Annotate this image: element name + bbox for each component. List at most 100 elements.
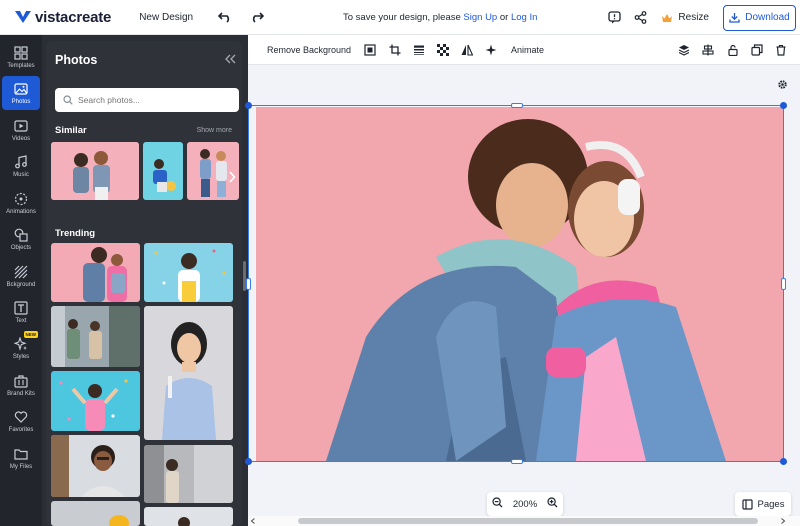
design-canvas[interactable] [256, 107, 784, 461]
zoom-out-button[interactable] [492, 497, 503, 511]
rail-item-music[interactable]: Music [2, 149, 40, 183]
similar-title: Similar [55, 125, 87, 136]
rail-item-favorites[interactable]: Favorites [2, 404, 40, 438]
save-message-text: To save your design, please [343, 12, 461, 23]
undo-button[interactable] [217, 9, 233, 25]
undo-icon [218, 12, 230, 23]
photo-people-image [144, 507, 233, 526]
trending-photo-2[interactable] [144, 243, 233, 302]
rail-label: Animations [6, 208, 36, 215]
zoom-level[interactable]: 200% [513, 499, 537, 510]
photo-woman-glass-image [144, 306, 233, 440]
align-button[interactable] [701, 43, 715, 57]
text-icon [14, 300, 28, 315]
trending-photo-1[interactable] [51, 243, 140, 302]
trending-photo-7[interactable] [144, 445, 233, 503]
search-box[interactable] [55, 88, 239, 112]
similar-photo-1[interactable] [51, 142, 139, 200]
flip-button[interactable] [460, 43, 474, 57]
lock-button[interactable] [726, 43, 740, 57]
resize-button[interactable]: Resize [661, 12, 709, 24]
rail-item-text[interactable]: Text [2, 295, 40, 329]
sign-up-link[interactable]: Sign Up [463, 12, 497, 23]
pages-button[interactable]: Pages [735, 492, 791, 516]
zoom-out-icon [492, 497, 503, 508]
photo-woman-image [144, 445, 233, 503]
trending-photo-9[interactable] [144, 507, 233, 526]
rail-item-animations[interactable]: Animations [2, 186, 40, 220]
show-more-link[interactable]: Show more [197, 127, 232, 134]
save-message: To save your design, please Sign Up or L… [343, 12, 537, 23]
redo-button[interactable] [249, 9, 265, 25]
sparkle-icon [485, 44, 497, 56]
panel-scrollbar[interactable] [243, 261, 246, 291]
objects-icon [14, 228, 28, 242]
rail-item-videos[interactable]: Videos [2, 113, 40, 147]
rail-item-templates[interactable]: Templates [2, 40, 40, 74]
search-input[interactable] [78, 95, 228, 105]
templates-icon [14, 45, 28, 60]
photo-hardhat-image [51, 501, 140, 526]
photo-confetti-image [144, 243, 233, 302]
music-icon [15, 154, 27, 168]
download-button[interactable]: Download [723, 4, 796, 31]
lock-icon [728, 44, 738, 56]
share-button[interactable] [629, 7, 651, 29]
rail-item-styles[interactable]: NEW Styles [2, 331, 40, 365]
log-in-link[interactable]: Log In [511, 12, 537, 23]
crop-button[interactable] [388, 43, 402, 57]
zoom-in-button[interactable] [547, 497, 558, 511]
rail-item-photos[interactable]: Photos [2, 76, 40, 110]
remove-background-button[interactable]: Remove Background [267, 45, 351, 55]
canvas-workspace [245, 65, 800, 526]
layers-button[interactable] [677, 43, 691, 57]
scroll-right-icon[interactable] [780, 518, 786, 524]
feedback-icon [608, 11, 621, 24]
vistacreate-logo[interactable]: vistacreate [14, 9, 111, 26]
rail-label: Styles [12, 353, 30, 360]
scroll-left-icon[interactable] [250, 518, 256, 524]
transparency-button[interactable] [436, 43, 450, 57]
redo-icon [253, 12, 265, 23]
horizontal-scrollbar[interactable] [248, 516, 800, 526]
delete-button[interactable] [774, 43, 788, 57]
rail-label: Favorites [8, 426, 34, 433]
duplicate-button[interactable] [750, 43, 764, 57]
trending-photo-6[interactable] [51, 435, 140, 497]
rail-label: Text [15, 317, 27, 324]
rail-label: Bckground [6, 281, 36, 288]
adjust-button[interactable] [412, 43, 426, 57]
animate-button[interactable]: Animate [511, 45, 544, 55]
couple-headphones-photo [256, 107, 784, 461]
rail-item-objects[interactable]: Objects [2, 222, 40, 256]
effects-button[interactable] [484, 43, 498, 57]
rail-label: Templates [7, 62, 35, 69]
top-actions: Resize Download [599, 4, 796, 31]
trending-title: Trending [55, 228, 96, 239]
replace-image-button[interactable] [363, 43, 377, 57]
trending-photo-4[interactable] [144, 306, 233, 440]
similar-photo-2[interactable] [143, 142, 183, 200]
rail-item-background[interactable]: Bckground [2, 259, 40, 293]
rail-item-my-files[interactable]: My Files [2, 441, 40, 475]
scrollbar-thumb[interactable] [298, 518, 758, 524]
trending-photo-3[interactable] [51, 306, 140, 367]
trash-icon [776, 44, 786, 56]
double-chevron-left-icon [225, 54, 236, 64]
panel-title: Photos [55, 53, 98, 67]
collapse-panel-button[interactable] [224, 53, 236, 67]
heart-icon [14, 410, 28, 423]
trending-photo-8[interactable] [51, 501, 140, 526]
zoom-in-icon [547, 497, 558, 508]
rail-item-brand-kits[interactable]: Brand Kits [2, 368, 40, 402]
feedback-button[interactable] [603, 7, 625, 29]
transparency-icon [437, 44, 449, 56]
flip-icon [461, 44, 473, 56]
design-title[interactable]: New Design [139, 12, 193, 23]
rail-label: Music [13, 171, 29, 178]
canvas-settings-button[interactable] [777, 79, 788, 93]
similar-next-button[interactable] [226, 167, 238, 187]
animations-icon [14, 192, 28, 205]
folder-icon [14, 448, 28, 460]
trending-photo-5[interactable] [51, 371, 140, 431]
